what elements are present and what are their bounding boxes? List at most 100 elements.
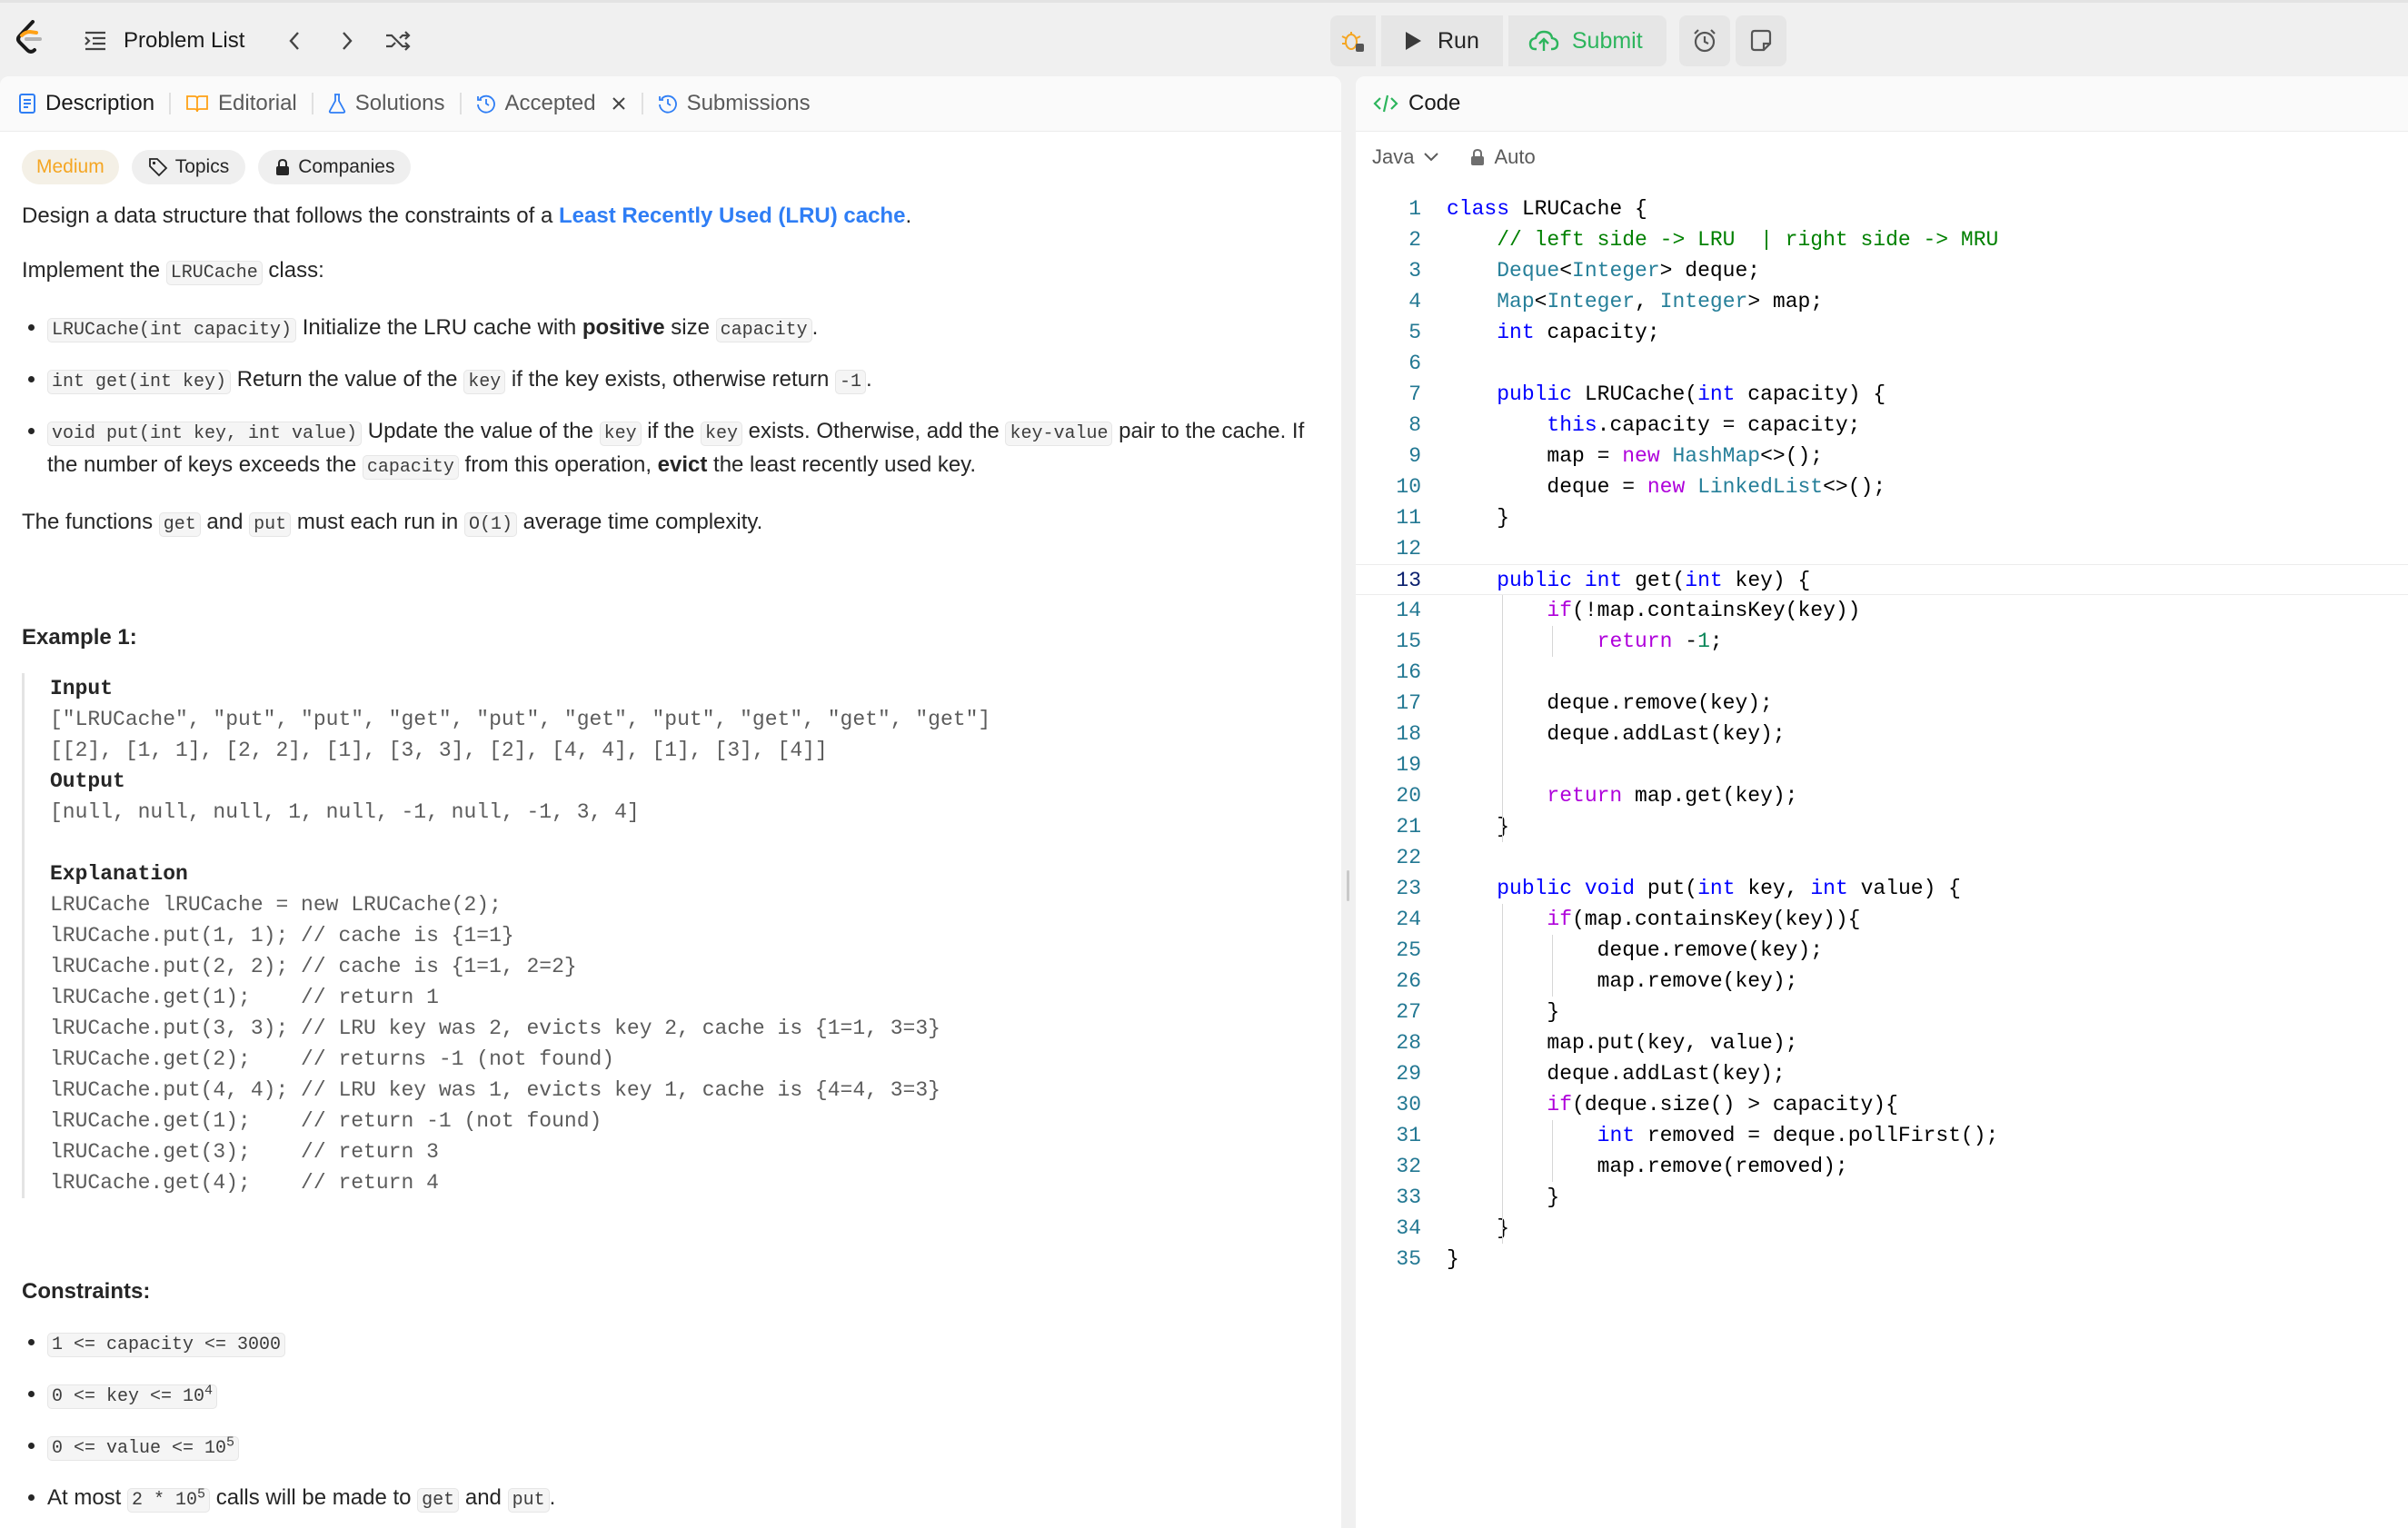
code-line[interactable]: 29 deque.addLast(key);: [1356, 1058, 2408, 1089]
text: 2 * 10: [132, 1490, 198, 1511]
line-number: 9: [1408, 444, 1421, 468]
submit-button[interactable]: Submit: [1507, 15, 1667, 66]
code-line[interactable]: 3 Deque<Integer> deque;: [1356, 255, 2408, 286]
code-line[interactable]: 1 class LRUCache {: [1356, 193, 2408, 224]
chevron-right-icon: [343, 32, 353, 50]
timer-button[interactable]: [1678, 15, 1730, 66]
code-line[interactable]: 16: [1356, 657, 2408, 688]
example-line: [null, null, null, 1, null, -1, null, -1…: [50, 800, 640, 824]
code-line[interactable]: 33 }: [1356, 1182, 2408, 1213]
text: Initialize the LRU cache with: [296, 315, 582, 340]
tab-description[interactable]: Description: [18, 76, 154, 131]
line-number: 6: [1408, 352, 1421, 375]
code-tabs: Code: [1356, 76, 2408, 132]
line-number: 24: [1396, 908, 1421, 931]
code-line[interactable]: 25 deque.remove(key);: [1356, 935, 2408, 966]
line-number: 10: [1396, 475, 1421, 499]
code-line[interactable]: 6: [1356, 348, 2408, 379]
code-line[interactable]: 24 if(map.containsKey(key)){: [1356, 904, 2408, 935]
line-number: 34: [1396, 1216, 1421, 1240]
code-text: public void put(int key, int value) {: [1497, 877, 1961, 900]
code-token: int: [1697, 877, 1736, 900]
code-token: // left side -> LRU | right side -> MRU: [1497, 228, 1999, 252]
tab-accepted[interactable]: Accepted: [476, 76, 627, 131]
line-number: 23: [1396, 877, 1421, 900]
code-line[interactable]: 14 if(!map.containsKey(key)): [1356, 595, 2408, 626]
code-line[interactable]: 35}: [1356, 1244, 2408, 1275]
code-line[interactable]: 28 map.put(key, value);: [1356, 1027, 2408, 1058]
code-line[interactable]: 10 deque = new LinkedList<>();: [1356, 471, 2408, 502]
code-line[interactable]: 2 // left side -> LRU | right side -> MR…: [1356, 224, 2408, 255]
chevron-down-icon[interactable]: [1423, 151, 1439, 164]
bold-text: positive: [582, 315, 665, 340]
leetcode-logo-icon[interactable]: [15, 19, 51, 59]
tab-code[interactable]: Code: [1408, 91, 1460, 116]
code-text: return -1;: [1597, 630, 1723, 653]
code-text: map.remove(key);: [1447, 969, 1798, 993]
notes-button[interactable]: [1735, 15, 1786, 66]
line-number: 5: [1408, 321, 1421, 344]
tab-editorial[interactable]: Editorial: [185, 76, 297, 131]
previous-problem-button[interactable]: [276, 23, 313, 59]
topics-label: Topics: [174, 156, 230, 177]
resize-handle[interactable]: [1347, 870, 1349, 901]
code-line[interactable]: 30 if(deque.size() > capacity){: [1356, 1089, 2408, 1120]
text: from this operation,: [458, 452, 658, 477]
code-line[interactable]: 11 }: [1356, 502, 2408, 533]
code-line[interactable]: 13 public int get(int key) {: [1356, 564, 2408, 595]
problem-list-button[interactable]: Problem List: [84, 23, 244, 59]
tab-solutions-label: Solutions: [354, 91, 445, 115]
code-line[interactable]: 12: [1356, 533, 2408, 564]
code-line[interactable]: 34 }: [1356, 1213, 2408, 1244]
code-line[interactable]: 20 return map.get(key);: [1356, 780, 2408, 811]
code-line[interactable]: 23 public void put(int key, int value) {: [1356, 873, 2408, 904]
description-paragraph: Implement the LRUCache class:: [22, 255, 1319, 289]
code-line[interactable]: 9 map = new HashMap<>();: [1356, 441, 2408, 471]
companies-chip[interactable]: Companies: [258, 150, 412, 184]
code-line[interactable]: 4 Map<Integer, Integer> map;: [1356, 286, 2408, 317]
auto-mode-label[interactable]: Auto: [1494, 145, 1535, 169]
code-token: if: [1547, 599, 1573, 622]
code-line[interactable]: 7 public LRUCache(int capacity) {: [1356, 379, 2408, 410]
code-panel: Code Java Auto 1 class LRUCache {2 // lef…: [1356, 76, 2408, 1528]
lock-icon: [276, 158, 290, 175]
document-icon: [19, 94, 35, 114]
example-line: lRUCache.put(4, 4); // LRU key was 1, ev…: [50, 1078, 940, 1102]
text: Update the value of the: [362, 419, 600, 443]
close-icon[interactable]: [611, 95, 627, 112]
code-line[interactable]: 5 int capacity;: [1356, 317, 2408, 348]
history-icon: [658, 94, 677, 114]
code-token: int: [1584, 569, 1623, 592]
code-line[interactable]: 15 return -1;: [1356, 626, 2408, 657]
code-line[interactable]: 31 int removed = deque.pollFirst();: [1356, 1120, 2408, 1151]
code-line[interactable]: 21 }: [1356, 811, 2408, 842]
code-line[interactable]: 22: [1356, 842, 2408, 873]
language-select[interactable]: Java: [1372, 145, 1414, 169]
next-problem-button[interactable]: [329, 23, 365, 59]
code-line[interactable]: 8 this.capacity = capacity;: [1356, 410, 2408, 441]
code-line[interactable]: 17 deque.remove(key);: [1356, 688, 2408, 719]
code-line[interactable]: 32 map.remove(removed);: [1356, 1151, 2408, 1182]
lru-cache-link[interactable]: Least Recently Used (LRU) cache: [559, 203, 905, 228]
random-problem-button[interactable]: [380, 23, 416, 59]
superscript: 4: [204, 1383, 214, 1399]
topics-chip[interactable]: Topics: [131, 150, 246, 184]
code-line[interactable]: 26 map.remove(key);: [1356, 966, 2408, 997]
debug-button[interactable]: [1330, 15, 1376, 66]
tab-submissions[interactable]: Submissions: [658, 76, 811, 131]
method-list: LRUCache(int capacity) Initialize the LR…: [22, 313, 1319, 483]
code-line[interactable]: 27 }: [1356, 997, 2408, 1027]
list-icon: [85, 31, 105, 51]
line-number: 33: [1396, 1186, 1421, 1209]
line-number: 32: [1396, 1155, 1421, 1178]
panel-resizer[interactable]: [1341, 76, 1356, 1528]
code-text: }: [1447, 506, 1510, 530]
line-number: 13: [1396, 569, 1421, 592]
run-button[interactable]: Run: [1381, 15, 1503, 66]
text: the least recently used key.: [707, 452, 977, 477]
code-line[interactable]: 19: [1356, 749, 2408, 780]
code-line[interactable]: 18 deque.addLast(key);: [1356, 719, 2408, 749]
code-text: Deque<Integer> deque;: [1497, 259, 1761, 283]
tab-solutions[interactable]: Solutions: [328, 76, 445, 131]
tab-accepted-label: Accepted: [504, 91, 596, 115]
